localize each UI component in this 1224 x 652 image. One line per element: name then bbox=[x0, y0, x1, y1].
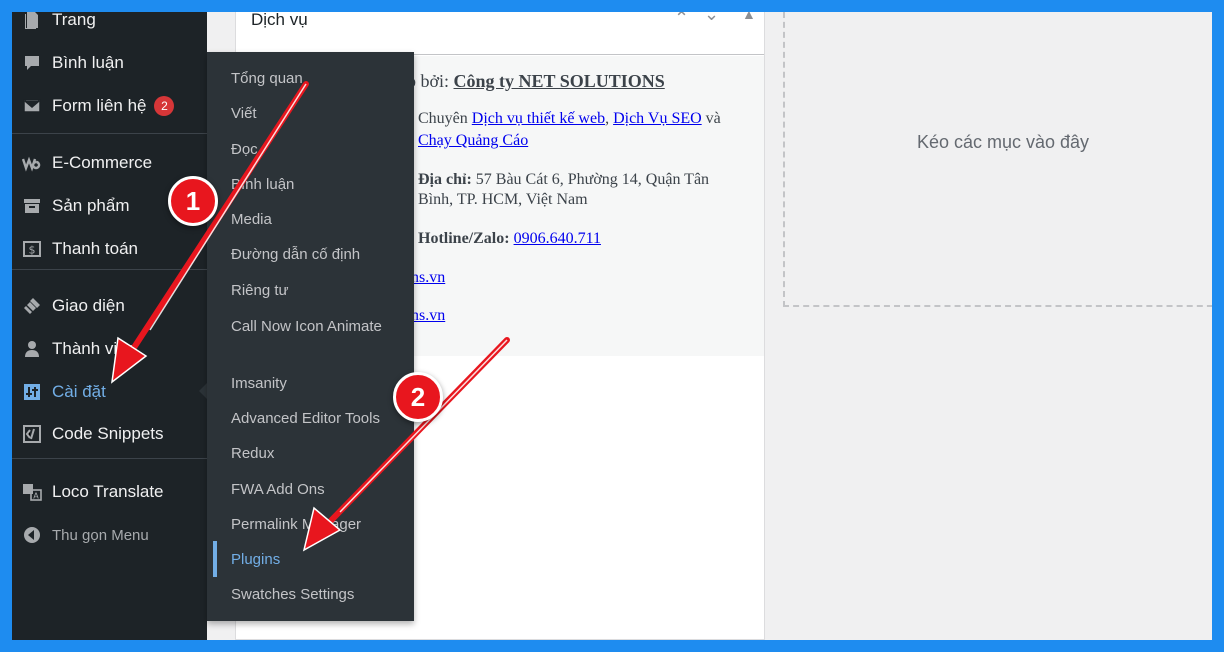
hotline-link[interactable]: 0906.640.711 bbox=[514, 230, 601, 247]
submenu-item-writing[interactable]: Viết bbox=[207, 99, 414, 129]
sidebar-item-code-snippets[interactable]: Code Snippets bbox=[12, 416, 207, 452]
address-line: Địa chỉ: 57 Bàu Cát 6, Phường 14, Quận T… bbox=[418, 169, 709, 191]
sidebar-item-label: E-Commerce bbox=[52, 153, 153, 172]
sidebar-item-contact-form[interactable]: Form liên hệ 2 bbox=[12, 88, 207, 124]
mail-icon bbox=[12, 96, 52, 116]
svg-text:$: $ bbox=[29, 244, 36, 257]
chevron-up-icon[interactable]: ⌃ bbox=[674, 12, 689, 29]
sidebar-divider bbox=[12, 133, 207, 134]
submenu-item-discussion[interactable]: Bình luận bbox=[207, 170, 414, 200]
sidebar-item-ecommerce[interactable]: E-Commerce bbox=[12, 145, 207, 181]
svg-text:A: A bbox=[33, 492, 39, 501]
user-icon bbox=[12, 339, 52, 359]
brush-icon bbox=[12, 296, 52, 316]
toggle-panel-icon[interactable]: ▲ bbox=[742, 12, 756, 22]
widget-drop-zone[interactable]: Kéo các mục vào đây bbox=[783, 12, 1212, 307]
code-icon bbox=[12, 424, 52, 444]
hotline-label: Hotline/Zalo: bbox=[418, 230, 510, 247]
submenu-item-advanced-editor-tools[interactable]: Advanced Editor Tools bbox=[207, 404, 414, 434]
submenu-item-swatches-settings[interactable]: Swatches Settings bbox=[207, 580, 414, 610]
web-design-link[interactable]: Dịch vụ thiết kế web bbox=[472, 110, 605, 127]
sidebar-item-label: Form liên hệ bbox=[52, 96, 147, 115]
sidebar-item-label: Thanh toán bbox=[52, 239, 139, 258]
sidebar-item-label: Trang bbox=[52, 12, 96, 29]
submenu-item-permalinks[interactable]: Đường dẫn cố định bbox=[207, 240, 414, 270]
settings-submenu: Tổng quan Viết Đọc Bình luận Media Đường… bbox=[207, 52, 414, 621]
widget-header: Dịch vụ ⌃ ⌄ ▲ bbox=[236, 12, 764, 55]
sidebar-item-comments[interactable]: Bình luận bbox=[12, 45, 207, 81]
seo-service-link[interactable]: Dịch Vụ SEO bbox=[613, 110, 702, 127]
translate-icon: A bbox=[12, 482, 52, 502]
address-label: Địa chỉ: bbox=[418, 171, 472, 188]
woo-icon bbox=[12, 153, 52, 173]
sidebar-item-payments[interactable]: $ Thanh toán bbox=[12, 231, 207, 267]
submenu-item-privacy[interactable]: Riêng tư bbox=[207, 276, 414, 306]
admin-sidebar: Trang Bình luận Form liên hệ 2 E-Commerc… bbox=[12, 12, 207, 640]
sidebar-item-settings[interactable]: Cài đặt bbox=[12, 374, 207, 410]
submenu-item-general[interactable]: Tổng quan bbox=[207, 64, 414, 94]
sidebar-item-appearance[interactable]: Giao diện bbox=[12, 288, 207, 324]
collapse-icon bbox=[12, 525, 52, 545]
sidebar-item-label: Sản phẩm bbox=[52, 196, 130, 215]
address-line-2: Bình, TP. HCM, Việt Nam bbox=[418, 189, 588, 211]
advertising-link[interactable]: Chạy Quảng Cáo bbox=[418, 132, 528, 149]
hotline-line: Hotline/Zalo: 0906.640.711 bbox=[418, 228, 601, 250]
archive-icon bbox=[12, 196, 52, 216]
sidebar-item-label: Cài đặt bbox=[52, 382, 106, 401]
admin-frame: Trang Bình luận Form liên hệ 2 E-Commerc… bbox=[12, 12, 1212, 640]
submenu-item-reading[interactable]: Đọc bbox=[207, 135, 414, 165]
service-line-2: Chạy Quảng Cáo bbox=[418, 130, 528, 152]
sidebar-divider bbox=[12, 269, 207, 270]
address-value-2: Bình, TP. HCM, Việt Nam bbox=[418, 191, 588, 208]
step-marker-2: 2 bbox=[393, 372, 443, 422]
sidebar-item-label: Giao diện bbox=[52, 296, 125, 315]
address-value: 57 Bàu Cát 6, Phường 14, Quận Tân bbox=[475, 171, 710, 188]
service-and: và bbox=[705, 110, 721, 127]
sidebar-item-label: Bình luận bbox=[52, 53, 124, 72]
drop-zone-text: Kéo các mục vào đây bbox=[916, 132, 1090, 152]
service-separator: , bbox=[605, 110, 610, 127]
collapse-menu-button[interactable]: Thu gọn Menu bbox=[12, 517, 207, 553]
submenu-item-call-now-icon[interactable]: Call Now Icon Animate bbox=[207, 313, 414, 363]
sidebar-item-label: Thu gọn Menu bbox=[52, 526, 149, 544]
active-menu-caret bbox=[199, 383, 207, 399]
provider-name-link[interactable]: Công ty NET SOLUTIONS bbox=[454, 71, 665, 91]
service-line: Chuyên Dịch vụ thiết kế web, Dịch Vụ SEO… bbox=[418, 108, 721, 130]
sidebar-item-users[interactable]: Thành viên bbox=[12, 331, 207, 367]
notification-badge: 2 bbox=[154, 96, 175, 116]
widget-column-empty: Kéo các mục vào đây bbox=[765, 12, 1212, 640]
sidebar-item-loco-translate[interactable]: A Loco Translate bbox=[12, 474, 207, 510]
service-prefix: Chuyên bbox=[418, 110, 468, 127]
provider-line: ấp bởi: Công ty NET SOLUTIONS bbox=[399, 70, 665, 92]
comment-icon bbox=[12, 53, 52, 73]
chevron-down-icon[interactable]: ⌄ bbox=[704, 12, 719, 25]
settings-icon bbox=[12, 382, 52, 402]
submenu-item-plugins[interactable]: Plugins bbox=[207, 545, 414, 575]
payment-icon: $ bbox=[12, 239, 52, 259]
submenu-item-media[interactable]: Media bbox=[207, 205, 414, 235]
sidebar-item-label: Loco Translate bbox=[52, 482, 164, 501]
sidebar-item-pages[interactable]: Trang bbox=[12, 12, 207, 38]
widget-title: Dịch vụ bbox=[251, 12, 308, 29]
submenu-item-fwa-add-ons[interactable]: FWA Add Ons bbox=[207, 475, 414, 505]
submenu-item-imsanity[interactable]: Imsanity bbox=[207, 369, 414, 399]
step-marker-1: 1 bbox=[168, 176, 218, 226]
sidebar-item-label: Thành viên bbox=[52, 339, 137, 358]
sidebar-divider bbox=[12, 458, 207, 459]
sidebar-item-label: Code Snippets bbox=[52, 424, 164, 443]
page-icon bbox=[12, 12, 52, 30]
submenu-item-permalink-manager[interactable]: Permalink Manager bbox=[207, 510, 414, 540]
submenu-item-redux[interactable]: Redux bbox=[207, 439, 414, 469]
